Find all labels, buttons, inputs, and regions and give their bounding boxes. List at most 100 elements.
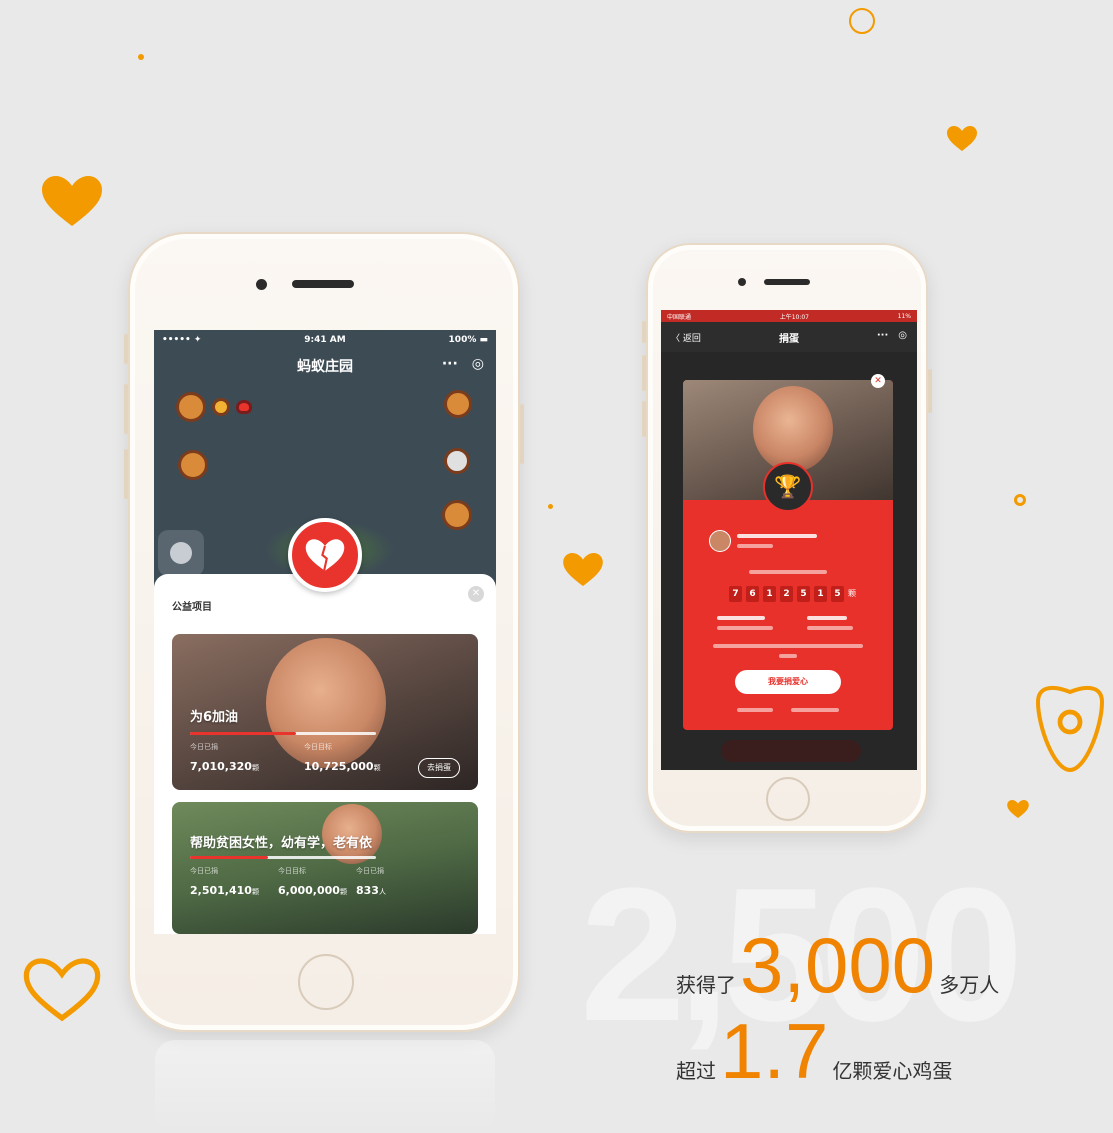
page-title: 蚂蚁庄园 <box>297 359 353 375</box>
stat-label: 今日已捐 <box>190 743 218 751</box>
counter-digit: 6 <box>746 586 759 602</box>
bottom-button[interactable] <box>721 740 861 762</box>
status-bar: ••••• ✦ 9:41 AM 100% ▬ <box>154 330 496 350</box>
battery-indicator: 100% ▬ <box>448 335 488 345</box>
more-icon[interactable]: ··· <box>442 356 458 372</box>
donated-value: 7,010,320颗 <box>190 760 259 773</box>
target-icon[interactable]: ◎ <box>472 356 484 372</box>
farm-chicken-icon[interactable] <box>176 392 206 422</box>
carrier-signal: 中国联通 <box>667 313 692 321</box>
phone-reflection <box>155 1040 495 1133</box>
mute-switch <box>124 334 128 364</box>
home-button[interactable] <box>766 777 810 821</box>
progress-bar <box>190 732 376 735</box>
stat-label: 今日已捐 <box>356 867 384 875</box>
battery-indicator: 11% <box>897 312 911 320</box>
screen-right: 中国联通 上午10:07 11% 〈 返回 捐蛋 ··· ◎ ✕ 🏆 7 6 1 <box>661 310 917 770</box>
counter-digit: 5 <box>797 586 810 602</box>
heart-icon[interactable] <box>236 400 252 414</box>
counter-digit: 1 <box>814 586 827 602</box>
avatar <box>709 530 731 552</box>
stat-suffix: 多万人 <box>939 973 1000 997</box>
volume-down <box>124 449 128 499</box>
text-line <box>717 626 773 630</box>
stat-eggs: 超过 1.7 亿颗爱心鸡蛋 <box>676 1012 952 1090</box>
heart-icon <box>42 176 102 226</box>
donation-modal: 🏆 7 6 1 2 5 1 5 颗 我要捐爱心 <box>683 380 893 730</box>
progress-fill <box>190 732 297 735</box>
more-icon[interactable]: ··· <box>877 330 888 341</box>
donor-count: 833人 <box>356 884 386 897</box>
earpiece-speaker <box>292 280 354 288</box>
floating-button[interactable] <box>158 530 204 576</box>
front-camera <box>256 279 267 290</box>
status-bar: 中国联通 上午10:07 11% <box>661 310 917 322</box>
home-button[interactable] <box>298 954 354 1010</box>
logo-line <box>737 708 773 712</box>
page-title: 捐蛋 <box>779 333 799 345</box>
logo-line <box>791 708 839 712</box>
counter-unit: 颗 <box>848 589 856 598</box>
project-title: 帮助贫困女性，幼有学，老有依 <box>190 836 373 851</box>
nav-bar: 蚂蚁庄园 ··· ◎ <box>154 350 496 382</box>
counter-digit: 1 <box>763 586 776 602</box>
lock-icon[interactable] <box>444 390 472 418</box>
volume-up <box>124 384 128 434</box>
heart-outline-icon <box>23 958 101 1022</box>
screen-left: ••••• ✦ 9:41 AM 100% ▬ 蚂蚁庄园 ··· ◎ 公益项目 ✕ <box>154 330 496 934</box>
tooth-outline-icon <box>1035 685 1105 773</box>
donated-value: 2,501,410颗 <box>190 884 259 897</box>
sunflower-icon[interactable] <box>212 398 230 416</box>
stat-label: 今日已捐 <box>190 867 218 875</box>
counter-digit: 2 <box>780 586 793 602</box>
project-card[interactable]: 帮助贫困女性，幼有学，老有依 今日已捐 今日目标 今日已捐 2,501,410颗… <box>172 802 478 934</box>
back-button[interactable]: 〈 返回 <box>671 331 701 344</box>
text-line <box>807 616 847 620</box>
lion-icon[interactable] <box>442 500 472 530</box>
circle-outline-icon <box>849 8 875 34</box>
close-icon[interactable]: ✕ <box>468 586 484 602</box>
status-time: 上午10:07 <box>779 313 809 321</box>
counter-digit: 5 <box>831 586 844 602</box>
heart-icon <box>947 126 977 151</box>
panel-title: 公益项目 <box>172 602 212 613</box>
circle-outline-icon <box>1014 494 1026 506</box>
project-title: 为6加油 <box>190 710 239 725</box>
text-line <box>737 544 773 548</box>
carrier-signal: ••••• ✦ <box>162 335 202 345</box>
target-value: 6,000,000颗 <box>278 884 347 897</box>
power-button <box>520 404 524 464</box>
mute-switch <box>642 321 646 343</box>
target-icon[interactable]: ◎ <box>898 330 907 341</box>
donate-love-button[interactable]: 我要捐爱心 <box>735 670 841 694</box>
nav-bar: 〈 返回 捐蛋 ··· ◎ <box>661 322 917 352</box>
donate-button[interactable]: 去捐蛋 <box>418 758 460 778</box>
target-value: 10,725,000颗 <box>304 760 381 773</box>
earpiece-speaker <box>764 279 810 285</box>
stat-number: 1.7 <box>720 1007 829 1095</box>
feed-bowl-icon[interactable] <box>178 450 208 480</box>
stat-number: 3,000 <box>740 921 936 1009</box>
text-line <box>717 616 765 620</box>
dot-icon <box>548 504 553 509</box>
stat-label: 今日目标 <box>304 743 332 751</box>
text-line <box>737 534 817 538</box>
project-card[interactable]: 为6加油 今日已捐 今日目标 7,010,320颗 10,725,000颗 去捐… <box>172 634 478 790</box>
clock-icon[interactable] <box>444 448 470 474</box>
close-icon[interactable]: ✕ <box>871 374 885 388</box>
trophy-icon: 🏆 <box>763 462 813 512</box>
text-line <box>713 644 863 648</box>
phone-left: ••••• ✦ 9:41 AM 100% ▬ 蚂蚁庄园 ··· ◎ 公益项目 ✕ <box>124 232 524 1032</box>
stat-people: 获得了 3,000 多万人 <box>676 926 999 1004</box>
donation-counter: 7 6 1 2 5 1 5 颗 <box>729 586 856 602</box>
progress-bar <box>190 856 376 859</box>
charity-panel: 公益项目 ✕ 为6加油 今日已捐 今日目标 7,010,320颗 10,725,… <box>154 574 496 934</box>
power-button <box>928 369 932 413</box>
stat-prefix: 超过 <box>676 1059 716 1083</box>
stat-suffix: 亿颗爱心鸡蛋 <box>832 1059 953 1083</box>
dot-icon <box>138 54 144 60</box>
text-line <box>779 654 797 658</box>
text-line <box>749 570 827 574</box>
heart-icon <box>563 553 603 586</box>
volume-down <box>642 401 646 437</box>
